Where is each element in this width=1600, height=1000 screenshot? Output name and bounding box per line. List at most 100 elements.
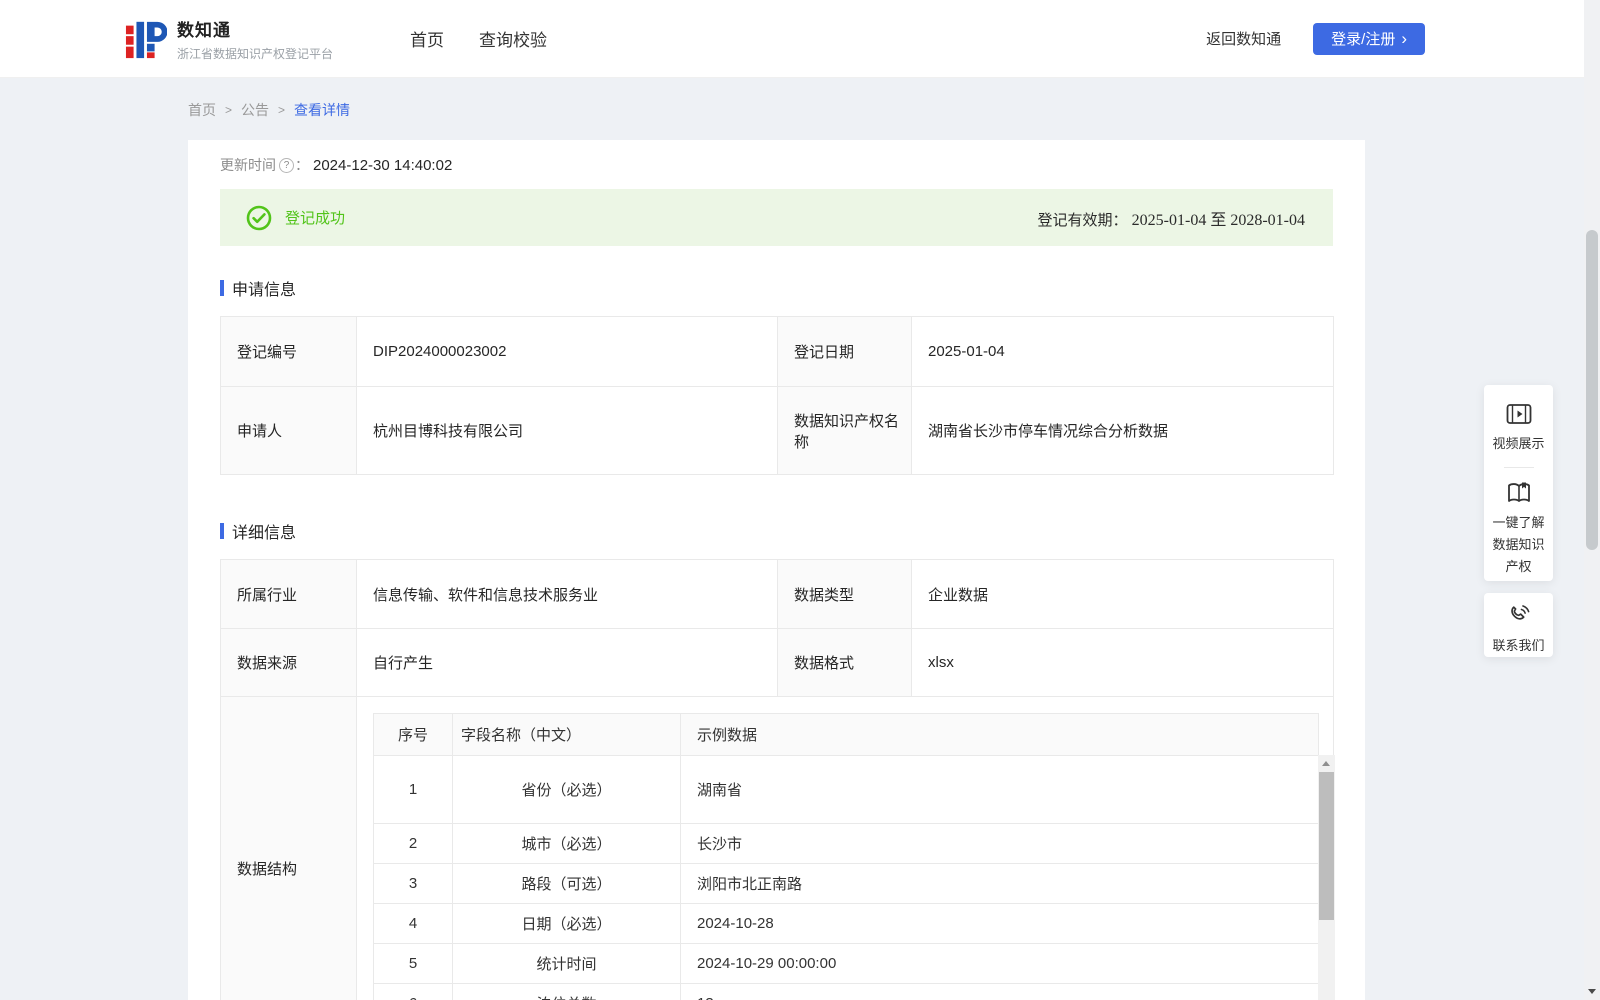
table-row: 登记编号 DIP2024000023002 登记日期 2025-01-04	[220, 316, 1334, 387]
column-header: 字段名称（中文）	[452, 713, 681, 756]
table-header-row: 序号 字段名称（中文） 示例数据	[373, 713, 1319, 756]
cell-no: 4	[373, 903, 453, 944]
cell-no: 1	[373, 755, 453, 824]
field-label: 数据格式	[777, 628, 912, 697]
scroll-up-arrow-icon[interactable]	[1322, 761, 1330, 766]
field-value: DIP2024000023002	[356, 316, 778, 387]
breadcrumb-announcement[interactable]: 公告	[241, 100, 269, 120]
site-title: 数知通	[177, 20, 231, 40]
one-click-guide-button[interactable]: 一键了解数据知识产权	[1492, 512, 1546, 578]
table-row: 3 路段（可选） 浏阳市北正南路	[373, 863, 1319, 904]
logo-icon	[125, 21, 167, 58]
section-title-detail: 详细信息	[220, 519, 1333, 543]
detail-info-table: 所属行业 信息传输、软件和信息技术服务业 数据类型 企业数据 数据来源 自行产生…	[220, 559, 1335, 1000]
table-row: 1 省份（必选） 湖南省	[373, 755, 1319, 824]
page-scrollbar[interactable]	[1584, 0, 1600, 1000]
chevron-right-icon: ›	[1401, 29, 1407, 48]
cell-no: 3	[373, 863, 453, 904]
nav-item-home[interactable]: 首页	[410, 26, 444, 51]
table-row: 数据结构 序号 字段名称（中文） 示例数据 1 省份（必选） 湖南省 2 城市（…	[220, 696, 1335, 1000]
colon: ：	[295, 157, 309, 173]
cell-field: 城市（必选）	[452, 823, 681, 864]
cell-field: 省份（必选）	[452, 755, 681, 824]
page-scrollbar-thumb[interactable]	[1586, 230, 1598, 550]
cell-field: 泊位总数	[452, 983, 681, 1000]
update-time-label: 更新时间	[220, 157, 276, 173]
column-header: 序号	[373, 713, 453, 756]
cell-sample: 2024-10-29 00:00:00	[680, 943, 1319, 984]
table-row: 4 日期（必选） 2024-10-28	[373, 903, 1319, 944]
contact-us-button[interactable]: 联系我们	[1492, 635, 1546, 657]
floating-panel-contact[interactable]: 联系我们	[1484, 593, 1553, 657]
breadcrumb-separator: >	[278, 103, 286, 117]
breadcrumb: 首页 > 公告 > 查看详情	[188, 100, 350, 120]
cell-field: 日期（必选）	[452, 903, 681, 944]
section-title-application: 申请信息	[220, 276, 1333, 300]
field-value: 自行产生	[356, 628, 778, 697]
logo[interactable]: 数知通 浙江省数据知识产权登记平台	[125, 16, 333, 62]
divider	[1503, 467, 1534, 468]
field-value: xlsx	[911, 628, 1334, 697]
cell-sample: 2024-10-28	[680, 903, 1319, 944]
video-icon[interactable]	[1506, 401, 1532, 427]
site-subtitle: 浙江省数据知识产权登记平台	[177, 46, 334, 61]
table-row: 所属行业 信息传输、软件和信息技术服务业 数据类型 企业数据	[220, 559, 1334, 629]
cell-no: 5	[373, 943, 453, 984]
field-value: 湖南省长沙市停车情况综合分析数据	[911, 386, 1334, 475]
cell-sample: 浏阳市北正南路	[680, 863, 1319, 904]
field-label: 登记日期	[777, 316, 912, 387]
title-accent-bar	[220, 523, 224, 539]
table-row: 2 城市（必选） 长沙市	[373, 823, 1319, 864]
field-value: 2025-01-04	[911, 316, 1334, 387]
inner-table-scrollbar[interactable]	[1318, 755, 1335, 1000]
update-time-value: 2024-12-30 14:40:02	[313, 156, 453, 174]
cell-no: 2	[373, 823, 453, 864]
book-icon[interactable]	[1506, 480, 1532, 506]
field-label: 数据结构	[220, 696, 357, 1000]
top-header: 数知通 浙江省数据知识产权登记平台 首页 查询校验 返回数知通 登录/注册 ›	[0, 0, 1600, 78]
field-value: 企业数据	[911, 559, 1334, 629]
title-accent-bar	[220, 280, 224, 296]
data-structure-table-wrap: 序号 字段名称（中文） 示例数据 1 省份（必选） 湖南省 2 城市（必选） 长…	[373, 713, 1335, 1000]
cell-no: 6	[373, 983, 453, 1000]
table-row: 5 统计时间 2024-10-29 00:00:00	[373, 943, 1319, 984]
phone-icon	[1510, 605, 1529, 620]
login-register-button[interactable]: 登录/注册 ›	[1313, 22, 1425, 55]
table-row: 申请人 杭州目博科技有限公司 数据知识产权名称 湖南省长沙市停车情况综合分析数据	[220, 386, 1334, 475]
cell-field: 路段（可选）	[452, 863, 681, 904]
data-structure-table: 序号 字段名称（中文） 示例数据 1 省份（必选） 湖南省 2 城市（必选） 长…	[373, 713, 1319, 1000]
field-label: 申请人	[220, 386, 357, 475]
detail-card: 更新时间 ? ： 2024-12-30 14:40:02 登记成功 登记有效期：…	[188, 140, 1365, 1000]
nav-item-query-verify[interactable]: 查询校验	[479, 26, 547, 51]
help-icon[interactable]: ?	[279, 157, 294, 173]
table-row: 数据来源 自行产生 数据格式 xlsx	[220, 628, 1334, 697]
cell-sample: 长沙市	[680, 823, 1319, 864]
validity-label: 登记有效期：	[1037, 211, 1128, 229]
status-text: 登记成功	[285, 210, 346, 227]
check-circle-icon	[246, 205, 272, 230]
field-value: 信息传输、软件和信息技术服务业	[356, 559, 778, 629]
registration-success-banner: 登记成功 登记有效期： 2025-01-04 至 2028-01-04	[220, 189, 1333, 246]
main-nav: 首页 查询校验	[375, 26, 547, 51]
column-header: 示例数据	[680, 713, 1319, 756]
field-label: 登记编号	[220, 316, 357, 387]
cell-sample: 湖南省	[680, 755, 1319, 824]
update-time-row: 更新时间 ? ： 2024-12-30 14:40:02	[220, 155, 1333, 175]
field-value: 杭州目博科技有限公司	[356, 386, 778, 475]
login-button-label: 登录/注册	[1331, 31, 1396, 48]
breadcrumb-home[interactable]: 首页	[188, 100, 216, 120]
back-to-shuzhitong-link[interactable]: 返回数知通	[1206, 28, 1281, 49]
field-label: 数据知识产权名称	[777, 386, 912, 475]
data-structure-cell: 序号 字段名称（中文） 示例数据 1 省份（必选） 湖南省 2 城市（必选） 长…	[356, 696, 1335, 1000]
field-label: 数据类型	[777, 559, 912, 629]
cell-sample: 13	[680, 983, 1319, 1000]
scroll-down-arrow-icon[interactable]	[1588, 989, 1596, 994]
field-label: 数据来源	[220, 628, 357, 697]
application-info-table: 登记编号 DIP2024000023002 登记日期 2025-01-04 申请…	[220, 316, 1334, 475]
inner-scrollbar-thumb[interactable]	[1319, 772, 1334, 920]
floating-panel-help: 视频展示 一键了解数据知识产权	[1484, 385, 1553, 581]
breadcrumb-separator: >	[225, 103, 233, 117]
validity-value: 2025-01-04 至 2028-01-04	[1131, 211, 1305, 229]
video-demo-button[interactable]: 视频展示	[1492, 433, 1546, 455]
cell-field: 统计时间	[452, 943, 681, 984]
